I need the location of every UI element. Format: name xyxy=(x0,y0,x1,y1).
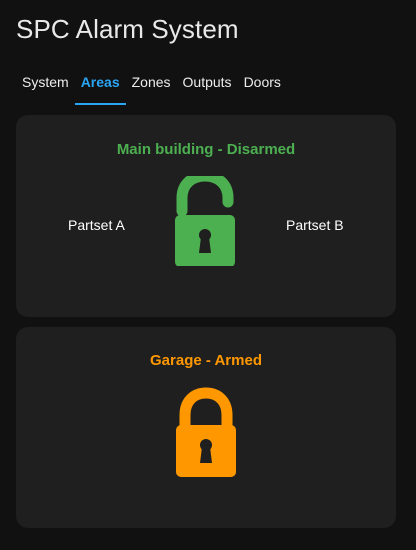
lock-closed-icon[interactable] xyxy=(174,387,238,481)
partset-a-button[interactable]: Partset A xyxy=(68,217,125,233)
tab-doors[interactable]: Doors xyxy=(238,74,287,104)
area-title: Main building - Disarmed xyxy=(116,141,296,158)
tab-outputs[interactable]: Outputs xyxy=(177,74,238,104)
area-card-garage: Garage - Armed xyxy=(16,327,396,528)
tab-system[interactable]: System xyxy=(16,74,75,104)
lock-open-icon[interactable] xyxy=(172,176,252,266)
tab-bar: System Areas Zones Outputs Doors xyxy=(16,74,287,106)
area-card-main-building: Main building - Disarmed Partset A Parts… xyxy=(16,115,396,317)
area-title: Garage - Armed xyxy=(150,352,262,369)
tab-zones[interactable]: Zones xyxy=(126,74,177,104)
page-title: SPC Alarm System xyxy=(16,14,239,44)
tab-areas[interactable]: Areas xyxy=(74,74,126,105)
partset-b-button[interactable]: Partset B xyxy=(286,217,344,233)
